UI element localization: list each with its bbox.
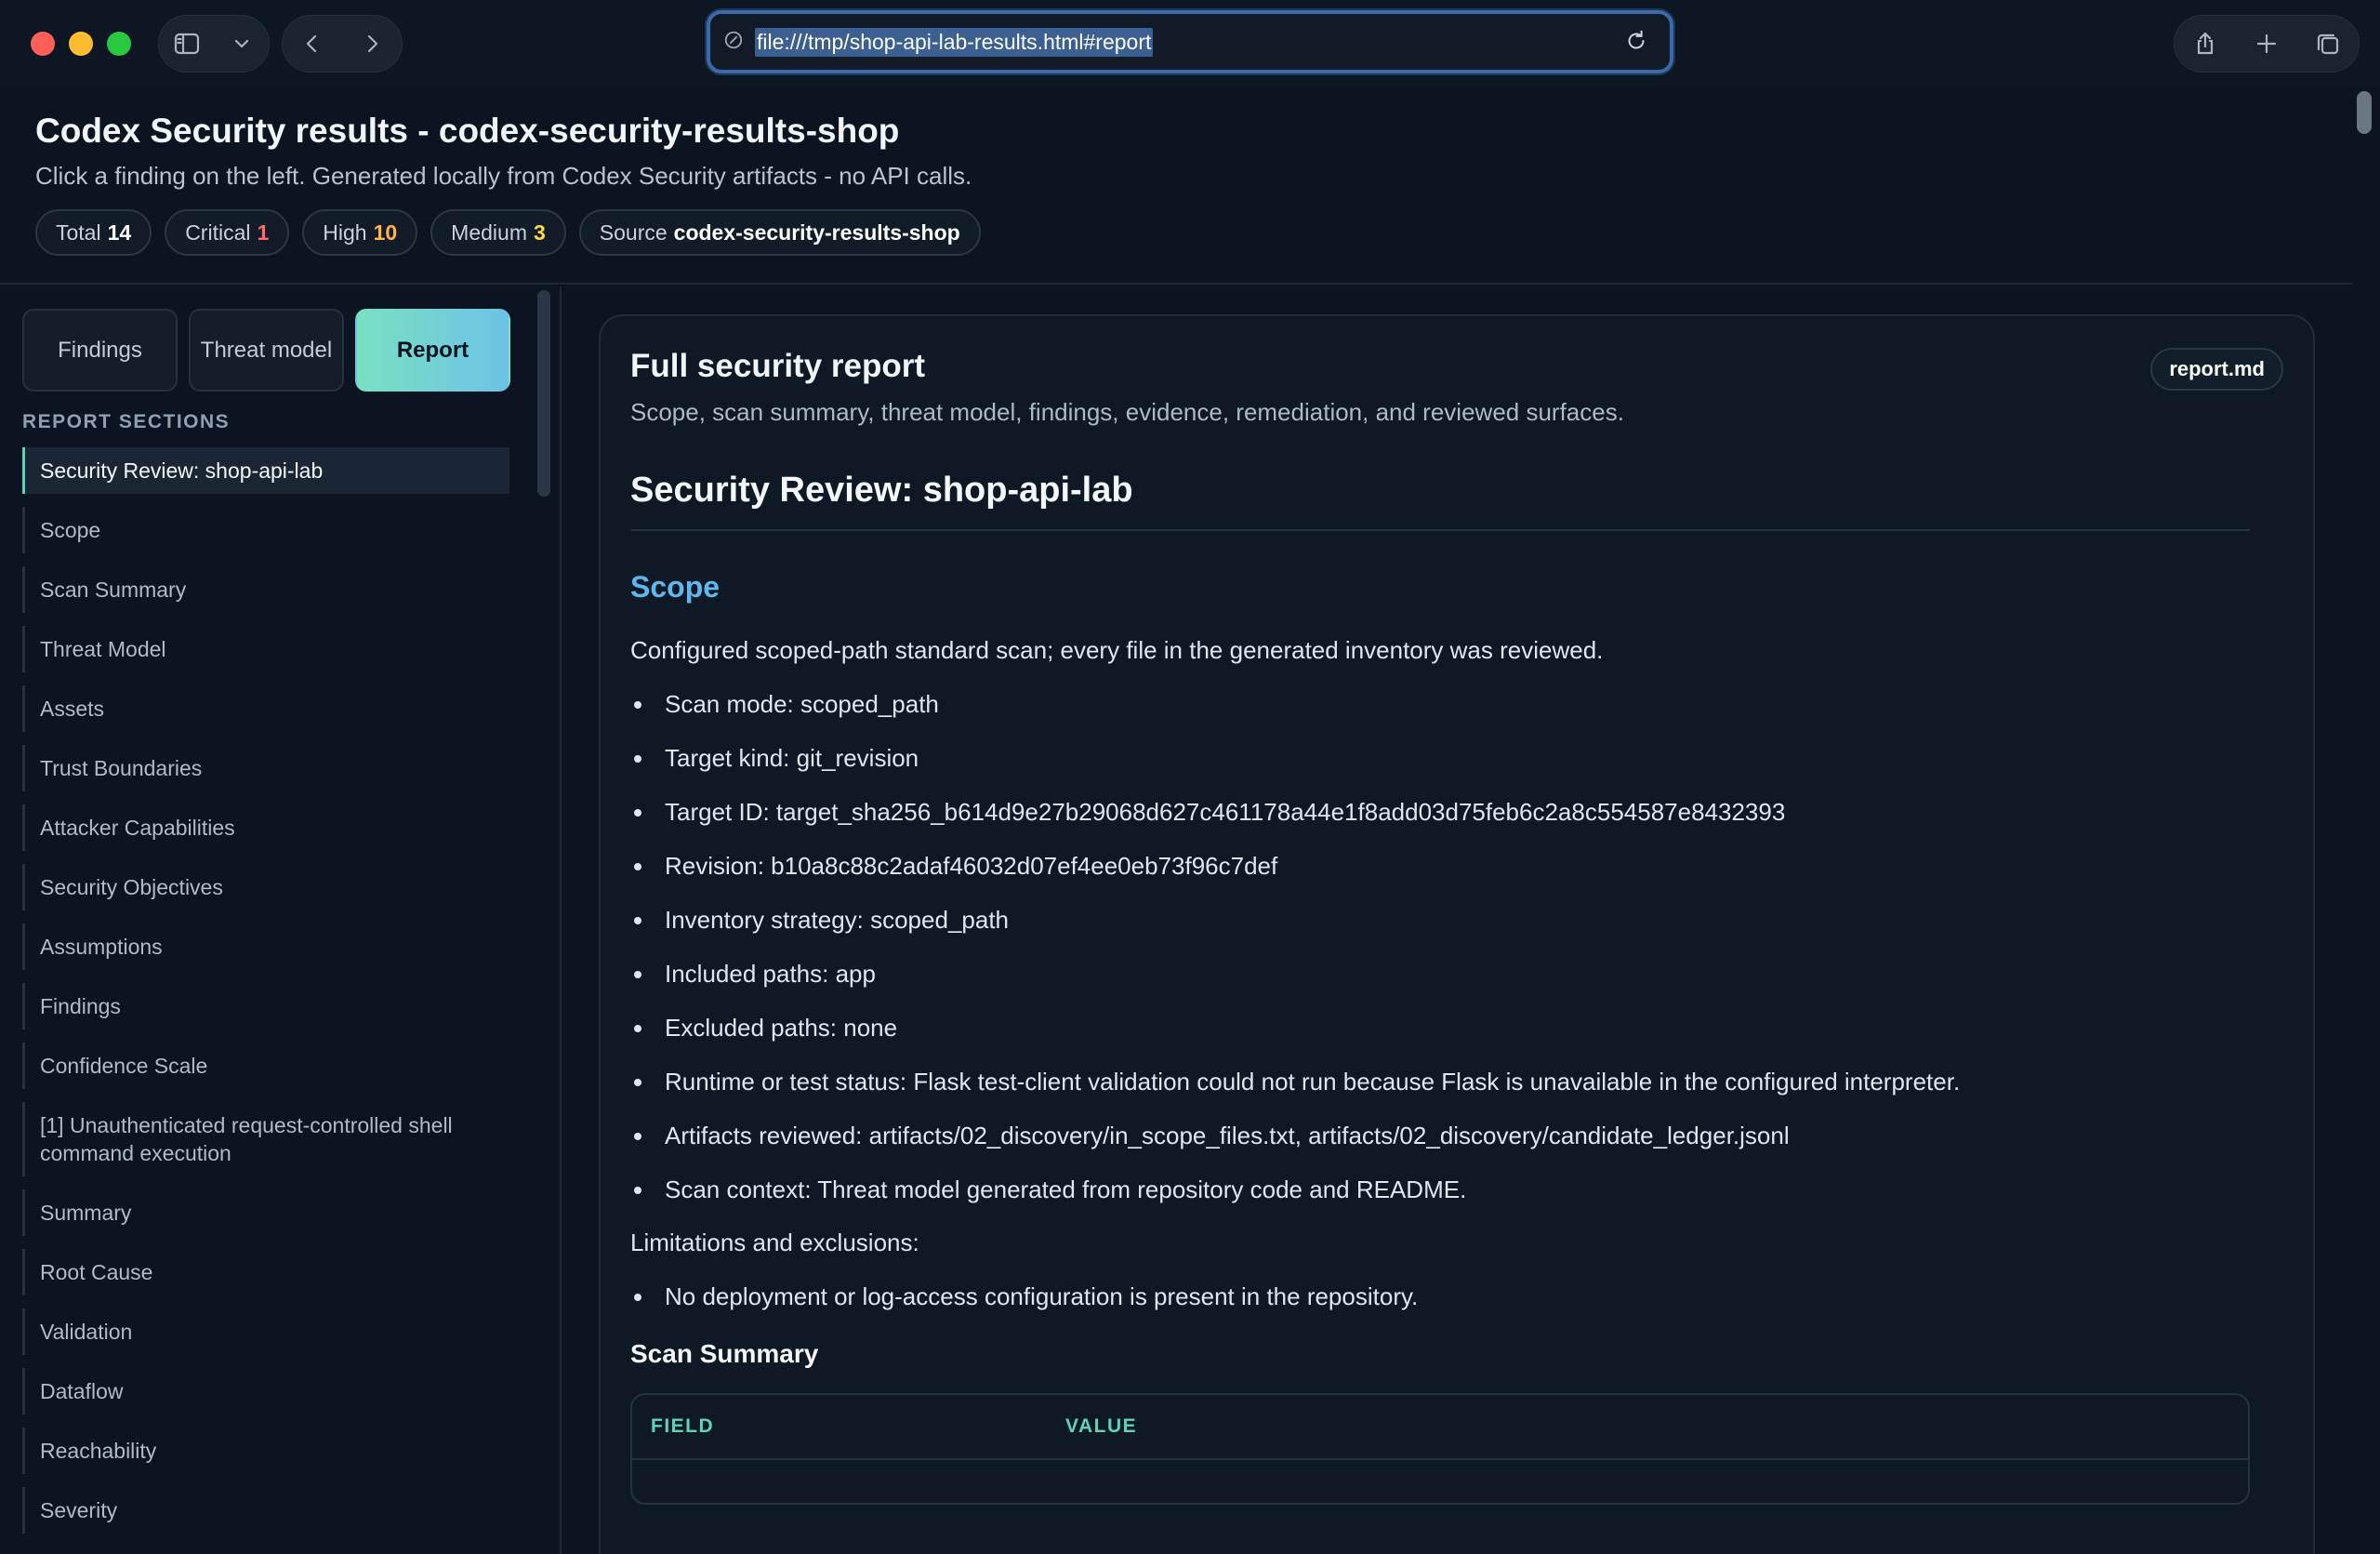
list-item: Revision: b10a8c88c2adaf46032d07ef4ee0eb… [630,851,2250,881]
section-item-security-review[interactable]: Security Review: shop-api-lab [22,447,509,494]
scan-summary-heading: Scan Summary [630,1339,819,1368]
medium-label: Medium [451,219,527,245]
section-item-summary[interactable]: Summary [22,1189,509,1236]
section-item-assets[interactable]: Assets [22,685,509,732]
total-count: 14 [107,219,132,245]
report-sections-heading: REPORT SECTIONS [22,411,231,432]
tab-overview-icon[interactable] [2309,25,2347,62]
list-item: No deployment or log-access configuratio… [630,1282,2250,1311]
report-body: Security Review: shop-api-lab Scope Conf… [630,471,2250,1505]
tab-threat-model[interactable]: Threat model [189,309,344,392]
section-item-validation[interactable]: Validation [22,1308,509,1355]
close-window-button[interactable] [31,32,55,56]
chevron-down-icon[interactable] [223,25,260,62]
total-label: Total [56,219,101,245]
table-header: FIELD VALUE [632,1395,2248,1460]
address-bar[interactable]: file:///tmp/shop-api-lab-results.html#re… [707,10,1673,73]
tab-report[interactable]: Report [355,309,510,392]
limitations-list: No deployment or log-access configuratio… [630,1282,2250,1311]
url-text[interactable]: file:///tmp/shop-api-lab-results.html#re… [755,27,1154,57]
report-title: Full security report [630,348,926,384]
high-count: 10 [373,219,398,245]
scope-list: Scan mode: scoped_path Target kind: git_… [630,689,2250,1204]
report-sections-list: Security Review: shop-api-lab Scope Scan… [22,447,509,1547]
section-item-confidence-scale[interactable]: Confidence Scale [22,1043,509,1089]
share-icon[interactable] [2187,25,2224,62]
summary-badges: Total 14 Critical 1 High 10 Medium 3 Sou… [35,209,981,256]
section-item-scope[interactable]: Scope [22,507,509,553]
section-item-dataflow[interactable]: Dataflow [22,1368,509,1415]
sidebar-scrollbar[interactable] [537,290,550,497]
high-label: High [323,219,367,245]
column-header-value: VALUE [1065,1415,1138,1437]
list-item: Target kind: git_revision [630,743,2250,773]
minimize-window-button[interactable] [69,32,93,56]
source-value: codex-security-results-shop [673,219,960,245]
scan-summary-table: FIELD VALUE [630,1393,2250,1505]
section-item-security-objectives[interactable]: Security Objectives [22,864,509,910]
left-panel: Findings Threat model Report REPORT SECT… [0,286,562,1554]
scope-heading: Scope [630,570,721,604]
new-tab-icon[interactable] [2248,25,2285,62]
section-item-finding-1[interactable]: [1] Unauthenticated request-controlled s… [22,1102,509,1176]
page-info-icon[interactable] [723,30,747,54]
critical-badge: Critical 1 [165,209,290,256]
section-item-scan-summary[interactable]: Scan Summary [22,566,509,613]
medium-count: 3 [533,219,546,245]
high-badge: High 10 [302,209,418,256]
back-icon[interactable] [294,25,331,62]
section-item-severity[interactable]: Severity [22,1487,509,1534]
source-badge: Source codex-security-results-shop [578,209,981,256]
total-badge: Total 14 [35,209,152,256]
section-item-root-cause[interactable]: Root Cause [22,1249,509,1295]
navigation-group [282,15,403,73]
report-file-badge[interactable]: report.md [2150,348,2283,391]
page-subtitle: Click a finding on the left. Generated l… [35,162,972,190]
list-item: Scan context: Threat model generated fro… [630,1175,2250,1204]
source-label: Source [599,219,668,245]
section-item-trust-boundaries[interactable]: Trust Boundaries [22,745,509,791]
section-item-attacker-capabilities[interactable]: Attacker Capabilities [22,804,509,851]
zoom-window-button[interactable] [107,32,131,56]
section-item-reachability[interactable]: Reachability [22,1428,509,1474]
page-scrollbar[interactable] [2357,91,2372,134]
report-card: Full security report Scope, scan summary… [599,314,2315,1554]
tab-findings[interactable]: Findings [22,309,178,392]
view-tabs: Findings Threat model Report [22,309,510,392]
medium-badge: Medium 3 [430,209,566,256]
sidebar-icon[interactable] [168,25,205,62]
report-heading: Security Review: shop-api-lab [630,471,2250,531]
browser-toolbar: file:///tmp/shop-api-lab-results.html#re… [0,0,2380,86]
list-item: Artifacts reviewed: artifacts/02_discove… [630,1121,2250,1150]
report-description: Scope, scan summary, threat model, findi… [630,398,1624,426]
section-item-findings[interactable]: Findings [22,983,509,1029]
limitations-label: Limitations and exclusions: [630,1229,919,1256]
list-item: Excluded paths: none [630,1013,2250,1043]
sidebar-toggle-group [158,15,270,73]
column-header-field: FIELD [651,1415,715,1437]
list-item: Included paths: app [630,959,2250,989]
list-item: Inventory strategy: scoped_path [630,905,2250,935]
list-item: Runtime or test status: Flask test-clien… [630,1067,2250,1096]
scope-intro: Configured scoped-path standard scan; ev… [630,636,1604,664]
page-title: Codex Security results - codex-security-… [35,112,900,150]
forward-icon[interactable] [353,25,390,62]
critical-label: Critical [185,219,251,245]
reload-icon[interactable] [1623,28,1651,56]
section-item-assumptions[interactable]: Assumptions [22,923,509,970]
browser-actions-group [2174,15,2360,73]
list-item: Scan mode: scoped_path [630,689,2250,719]
results-header: Codex Security results - codex-security-… [0,86,2352,285]
section-item-threat-model[interactable]: Threat Model [22,626,509,672]
list-item: Target ID: target_sha256_b614d9e27b29068… [630,797,2250,827]
critical-count: 1 [257,219,270,245]
